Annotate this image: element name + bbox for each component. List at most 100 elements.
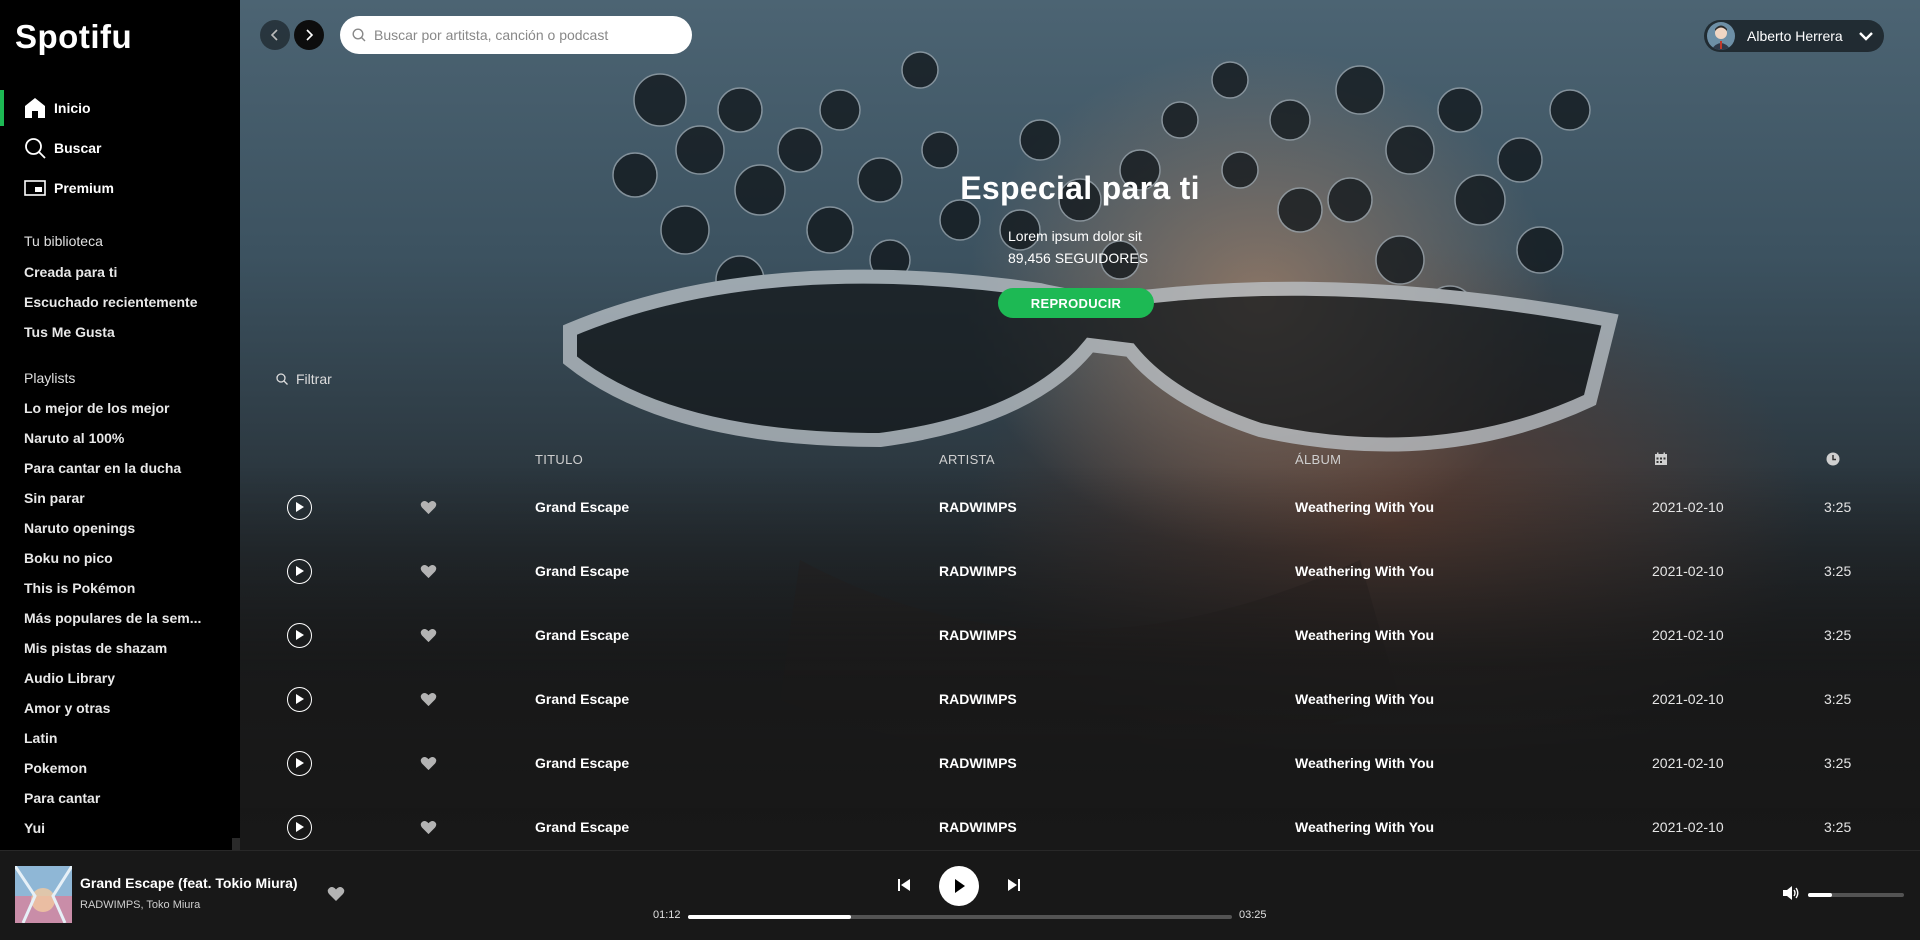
track-duration: 3:25: [1824, 499, 1852, 515]
heart-icon[interactable]: [420, 692, 437, 707]
clock-icon[interactable]: [1826, 452, 1840, 469]
chevron-right-icon: [306, 29, 314, 41]
playlist-item[interactable]: Para cantar: [24, 783, 214, 813]
premium-icon: [24, 177, 46, 199]
playlist-item[interactable]: Para cantar en la ducha: [24, 453, 214, 483]
progress-bar[interactable]: [688, 915, 1232, 919]
heart-icon[interactable]: [420, 628, 437, 643]
library-item[interactable]: Creada para ti: [24, 257, 214, 287]
table-row[interactable]: Grand Escape RADWIMPS Weathering With Yo…: [240, 475, 1920, 539]
column-title[interactable]: TITULO: [535, 452, 583, 467]
row-play-button[interactable]: [287, 558, 312, 584]
heart-icon[interactable]: [420, 500, 437, 515]
library-item[interactable]: Escuchado recientemente: [24, 287, 214, 317]
row-play-button[interactable]: [287, 750, 312, 776]
nav-item-inicio[interactable]: Inicio: [0, 88, 240, 128]
track-title[interactable]: Grand Escape: [535, 475, 629, 539]
track-table: TITULO ARTISTA ÁLBUM Grand Escape RADWIM…: [240, 445, 1920, 850]
player-bar: Grand Escape (feat. Tokio Miura) RADWIMP…: [0, 850, 1920, 940]
playlist-item[interactable]: Amor y otras: [24, 693, 214, 723]
playlist-item[interactable]: Naruto openings: [24, 513, 214, 543]
like-button[interactable]: [327, 886, 345, 907]
play-icon: [296, 566, 304, 576]
now-playing-cover[interactable]: [15, 866, 72, 923]
track-artist[interactable]: RADWIMPS: [939, 667, 1017, 731]
play-button[interactable]: [939, 866, 979, 906]
table-row[interactable]: Grand Escape RADWIMPS Weathering With Yo…: [240, 795, 1920, 850]
track-artist[interactable]: RADWIMPS: [939, 603, 1017, 667]
row-like-cell: [420, 795, 437, 850]
playlist-item[interactable]: Latin: [24, 723, 214, 753]
nav-item-buscar[interactable]: Buscar: [0, 128, 240, 168]
play-playlist-button[interactable]: REPRODUCIR: [998, 288, 1154, 318]
playlist-item[interactable]: Boku no pico: [24, 543, 214, 573]
back-button[interactable]: [260, 20, 290, 50]
track-artist[interactable]: RADWIMPS: [939, 731, 1017, 795]
playlist-item[interactable]: Audio Library: [24, 663, 214, 693]
playlist-item[interactable]: This is Pokémon: [24, 573, 214, 603]
search-input[interactable]: [374, 27, 674, 43]
track-album[interactable]: Weathering With You: [1295, 667, 1434, 731]
search-bar[interactable]: [340, 16, 692, 54]
heart-icon[interactable]: [420, 820, 437, 835]
row-like-cell: [420, 603, 437, 667]
heart-icon: [327, 887, 345, 901]
row-like-cell: [420, 731, 437, 795]
playlist-item[interactable]: Naruto al 100%: [24, 423, 214, 453]
user-menu[interactable]: Alberto Herrera: [1704, 20, 1884, 52]
heart-icon[interactable]: [420, 756, 437, 771]
app-logo[interactable]: Spotifu: [15, 18, 132, 56]
filter-field[interactable]: Filtrar: [276, 371, 332, 387]
playlist-header: Especial para ti Lorem ipsum dolor sit 8…: [240, 170, 1920, 318]
playlist-item[interactable]: Pokemon: [24, 753, 214, 783]
playlist-item[interactable]: Más populares de la sem...: [24, 603, 214, 633]
row-play-button[interactable]: [287, 686, 312, 712]
playlist-item[interactable]: Lo mejor de los mejor: [24, 393, 214, 423]
volume-button[interactable]: [1782, 885, 1800, 906]
track-title[interactable]: Grand Escape: [535, 731, 629, 795]
heart-icon[interactable]: [420, 564, 437, 579]
table-row[interactable]: Grand Escape RADWIMPS Weathering With Yo…: [240, 603, 1920, 667]
column-artist[interactable]: ARTISTA: [939, 452, 995, 467]
row-play-cell: [287, 539, 312, 603]
track-album[interactable]: Weathering With You: [1295, 731, 1434, 795]
table-row[interactable]: Grand Escape RADWIMPS Weathering With Yo…: [240, 539, 1920, 603]
row-like-cell: [420, 667, 437, 731]
track-album[interactable]: Weathering With You: [1295, 603, 1434, 667]
track-artist[interactable]: RADWIMPS: [939, 475, 1017, 539]
track-album[interactable]: Weathering With You: [1295, 795, 1434, 850]
calendar-icon[interactable]: [1654, 452, 1668, 469]
row-play-button[interactable]: [287, 814, 312, 840]
now-playing-title[interactable]: Grand Escape (feat. Tokio Miura): [80, 875, 298, 891]
playlist-item[interactable]: Mis pistas de shazam: [24, 633, 214, 663]
now-playing-artist[interactable]: RADWIMPS, Toko Miura: [80, 899, 200, 911]
track-title[interactable]: Grand Escape: [535, 667, 629, 731]
track-artist[interactable]: RADWIMPS: [939, 795, 1017, 850]
next-button[interactable]: [1006, 877, 1022, 893]
track-album[interactable]: Weathering With You: [1295, 539, 1434, 603]
volume-slider[interactable]: [1808, 893, 1904, 897]
avatar: [1707, 22, 1735, 50]
previous-button[interactable]: [896, 877, 912, 893]
track-title[interactable]: Grand Escape: [535, 539, 629, 603]
row-play-button[interactable]: [287, 494, 312, 520]
playlist-item[interactable]: Sin parar: [24, 483, 214, 513]
track-date: 2021-02-10: [1652, 691, 1724, 707]
track-album[interactable]: Weathering With You: [1295, 475, 1434, 539]
sidebar-scrollbar[interactable]: [232, 838, 240, 850]
column-album[interactable]: ÁLBUM: [1295, 452, 1341, 467]
table-header: TITULO ARTISTA ÁLBUM: [240, 445, 1920, 475]
track-date: 2021-02-10: [1652, 627, 1724, 643]
nav-item-label: Buscar: [54, 140, 102, 156]
table-row[interactable]: Grand Escape RADWIMPS Weathering With Yo…: [240, 731, 1920, 795]
row-play-button[interactable]: [287, 622, 312, 648]
track-duration: 3:25: [1824, 819, 1852, 835]
track-title[interactable]: Grand Escape: [535, 795, 629, 850]
track-title[interactable]: Grand Escape: [535, 603, 629, 667]
track-artist[interactable]: RADWIMPS: [939, 539, 1017, 603]
nav-item-premium[interactable]: Premium: [0, 168, 240, 208]
forward-button[interactable]: [294, 20, 324, 50]
playlist-item[interactable]: Yui: [24, 813, 214, 843]
library-item[interactable]: Tus Me Gusta: [24, 317, 214, 347]
table-row[interactable]: Grand Escape RADWIMPS Weathering With Yo…: [240, 667, 1920, 731]
